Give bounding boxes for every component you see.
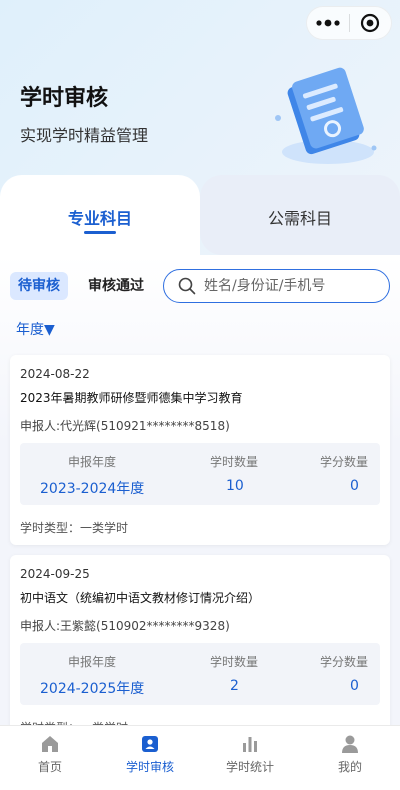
credits-value: 0 <box>350 678 359 694</box>
active-tab-underline <box>84 231 116 234</box>
record-applicant: 申报人:代光辉(510921********8518) <box>20 419 230 433</box>
credits-value: 0 <box>350 478 359 494</box>
review-icon <box>142 736 158 752</box>
nav-profile[interactable]: 我的 <box>300 726 400 790</box>
hours-value: 10 <box>226 478 244 494</box>
page-subtitle: 实现学时精益管理 <box>20 126 149 145</box>
more-menu-icon[interactable] <box>307 7 349 39</box>
hours-value: 2 <box>230 678 239 694</box>
status-approved-chip[interactable]: 审核通过 <box>88 272 144 300</box>
tab-professional-label: 专业科目 <box>67 209 132 228</box>
hours-label: 学时数量 <box>210 655 259 669</box>
record-title: 初中语文（统编初中语文教材修订情况介绍） <box>20 591 261 605</box>
tab-professional[interactable]: 专业科目 <box>0 175 200 255</box>
document-illustration-icon <box>275 67 377 164</box>
year-filter-dropdown[interactable]: 年度▼ <box>16 319 55 339</box>
record-card[interactable]: 2024-08-22 2023年暑期教师研修暨师德集中学习教育 申报人:代光辉(… <box>10 355 390 545</box>
record-title: 2023年暑期教师研修暨师德集中学习教育 <box>20 391 243 405</box>
nav-statistics[interactable]: 学时统计 <box>200 726 300 790</box>
record-stats: 申报年度 学时数量 学分数量 2023-2024年度 10 0 <box>20 443 380 505</box>
user-icon <box>342 735 358 753</box>
page-title: 学时审核 <box>20 86 109 111</box>
record-date: 2024-09-25 <box>20 567 90 581</box>
nav-statistics-label: 学时统计 <box>225 760 274 774</box>
year-value: 2023-2024年度 <box>40 481 145 497</box>
nav-profile-label: 我的 <box>337 760 362 774</box>
tab-public[interactable]: 公需科目 <box>200 175 400 255</box>
review-content: 待审核 审核通过 年度▼ 2024-08-22 2023年暑期教师研修暨师德集中… <box>0 255 400 725</box>
filter-row: 待审核 审核通过 <box>10 269 390 303</box>
close-target-icon[interactable] <box>350 7 391 39</box>
tab-public-label: 公需科目 <box>267 209 332 228</box>
year-label: 申报年度 <box>68 455 117 469</box>
nav-home[interactable]: 首页 <box>0 726 100 790</box>
record-card[interactable]: 2024-09-25 初中语文（统编初中语文教材修订情况介绍） 申报人:王紫懿(… <box>10 555 390 725</box>
credits-label: 学分数量 <box>320 455 369 469</box>
search-input[interactable] <box>204 278 384 294</box>
year-value: 2024-2025年度 <box>40 681 145 697</box>
year-label: 申报年度 <box>68 655 117 669</box>
status-pending-chip[interactable]: 待审核 <box>10 272 68 300</box>
record-date: 2024-08-22 <box>20 367 90 381</box>
bottom-tab-bar: 首页 学时审核 学时统计 我的 <box>0 725 400 790</box>
search-icon <box>178 277 196 295</box>
nav-home-label: 首页 <box>37 760 62 774</box>
subject-tabs: 专业科目 公需科目 <box>0 175 400 255</box>
miniprogram-capsule <box>306 6 392 40</box>
bar-chart-icon <box>243 737 257 752</box>
record-type: 学时类型：一类学时 <box>20 521 129 535</box>
hours-label: 学时数量 <box>210 455 259 469</box>
record-applicant: 申报人:王紫懿(510902********9328) <box>20 619 230 633</box>
search-box[interactable] <box>163 269 390 303</box>
nav-review-label: 学时审核 <box>125 760 174 774</box>
home-icon <box>42 736 58 752</box>
record-stats: 申报年度 学时数量 学分数量 2024-2025年度 2 0 <box>20 643 380 705</box>
nav-review[interactable]: 学时审核 <box>100 726 200 790</box>
credits-label: 学分数量 <box>320 655 369 669</box>
